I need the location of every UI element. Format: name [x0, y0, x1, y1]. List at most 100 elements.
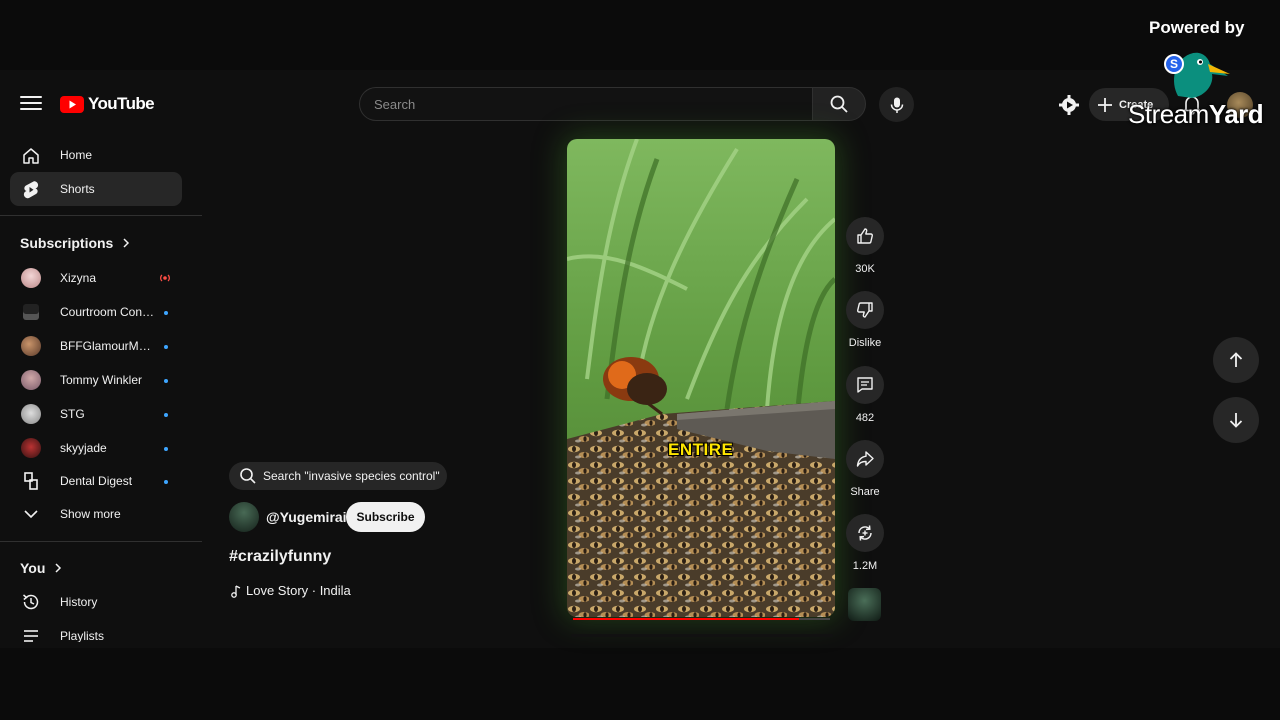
video-caption: ENTIRE: [668, 440, 734, 459]
watermark-brand: StreamYard: [1128, 99, 1264, 130]
sidebar-item-label: Shorts: [60, 182, 95, 196]
subscription-item[interactable]: Dental Digest: [10, 465, 182, 497]
channel-avatar: [21, 268, 41, 288]
subscription-item[interactable]: BFFGlamourMar...: [10, 330, 182, 362]
history-icon: [23, 594, 39, 610]
music-link[interactable]: Love Story · Indila: [230, 583, 351, 598]
subscription-item[interactable]: STG: [10, 398, 182, 430]
comment-count: 482: [855, 412, 875, 424]
remix-button[interactable]: [846, 514, 884, 552]
search-box[interactable]: [359, 87, 812, 121]
like-action: 30K: [846, 217, 884, 275]
guide-menu-button[interactable]: [20, 92, 42, 114]
previous-short-button[interactable]: [1213, 337, 1259, 383]
subscription-name: Xizyna: [60, 271, 97, 285]
video-bottom-bar: [571, 634, 833, 637]
short-title[interactable]: #crazilyfunny: [229, 548, 331, 566]
sidebar-divider: [0, 215, 202, 216]
plus-icon: [1098, 97, 1112, 112]
youtube-logo[interactable]: YouTube: [60, 94, 155, 114]
new-content-dot: [164, 345, 168, 349]
microphone-icon: [890, 97, 903, 113]
new-content-dot: [164, 379, 168, 383]
home-icon: [23, 148, 39, 164]
thumbs-up-icon: [857, 228, 873, 244]
new-content-dot: [164, 480, 168, 484]
subscription-item[interactable]: Xizyna: [10, 262, 182, 294]
sidebar-item-history[interactable]: History: [10, 586, 182, 618]
dislike-label: Dislike: [848, 337, 882, 349]
like-count: 30K: [855, 263, 875, 275]
related-search-chip[interactable]: Search "invasive species control": [229, 462, 447, 490]
music-note-icon: [231, 584, 241, 598]
show-more-label: Show more: [60, 507, 121, 521]
search-icon: [240, 468, 256, 484]
logo-text: YouTube: [88, 94, 155, 113]
subscription-item[interactable]: skyyjade: [10, 432, 182, 464]
dislike-action: Dislike: [846, 291, 884, 349]
search-button[interactable]: [812, 87, 866, 121]
sidebar-item-label: History: [60, 595, 98, 609]
live-indicator-icon: [160, 274, 170, 282]
video-progress-bar[interactable]: [573, 618, 830, 620]
watermark-brand-part1: Stream: [1128, 99, 1209, 129]
subscription-name: Tommy Winkler: [60, 373, 143, 387]
subscription-name: Dental Digest: [60, 474, 133, 488]
subscription-item[interactable]: Tommy Winkler: [10, 364, 182, 396]
channel-name[interactable]: @Yugemirai: [266, 509, 347, 525]
shorts-icon: [23, 181, 39, 199]
new-content-dot: [164, 311, 168, 315]
comments-action: 482: [846, 366, 884, 424]
video-progress-fill: [573, 618, 800, 620]
subscription-name: BFFGlamourMar...: [60, 339, 156, 353]
subscriptions-title: Subscriptions: [20, 235, 114, 251]
chevron-right-icon: [55, 563, 62, 573]
share-button[interactable]: [846, 440, 884, 478]
watermark-powered-by: Powered by: [1149, 18, 1245, 37]
sidebar-divider: [0, 541, 202, 542]
show-more-button[interactable]: Show more: [10, 498, 182, 530]
related-search-text: Search "invasive species control": [263, 469, 440, 483]
studio-gear-icon[interactable]: [1058, 94, 1080, 116]
subscription-name: Courtroom Cons...: [60, 305, 156, 319]
channel-avatar: [23, 304, 39, 320]
new-content-dot: [164, 413, 168, 417]
channel-avatar: [24, 472, 38, 490]
music-text: Love Story · Indila: [246, 583, 351, 598]
channel-avatar: [21, 438, 41, 458]
subscribe-button[interactable]: Subscribe: [346, 502, 425, 532]
remix-action: 1.2M: [846, 514, 884, 572]
bottom-letterbox: [0, 648, 1280, 720]
subscriptions-heading[interactable]: Subscriptions: [20, 235, 131, 251]
you-heading[interactable]: You: [20, 560, 63, 576]
subscription-name: STG: [60, 407, 85, 421]
channel-avatar: [21, 404, 41, 424]
channel-avatar[interactable]: [229, 502, 259, 532]
share-icon: [856, 451, 874, 467]
arrow-up-icon: [1229, 352, 1243, 367]
voice-search-button[interactable]: [879, 87, 914, 122]
you-title: You: [20, 560, 46, 576]
thumbs-down-icon: [857, 302, 873, 318]
dislike-button[interactable]: [846, 291, 884, 329]
sidebar-item-playlists[interactable]: Playlists: [10, 620, 182, 642]
comments-button[interactable]: [846, 366, 884, 404]
video-frame: [567, 139, 835, 617]
chevron-right-icon: [123, 238, 130, 248]
like-button[interactable]: [846, 217, 884, 255]
channel-avatar: [21, 336, 41, 356]
new-content-dot: [164, 447, 168, 451]
svg-text:S: S: [1170, 57, 1178, 71]
sidebar-item-home[interactable]: Home: [10, 138, 182, 172]
short-video-player[interactable]: [567, 139, 835, 617]
search-input[interactable]: [360, 88, 812, 120]
next-short-button[interactable]: [1213, 397, 1259, 443]
share-action: Share: [846, 440, 884, 498]
sidebar-item-shorts[interactable]: Shorts: [10, 172, 182, 206]
remix-icon: [858, 525, 872, 541]
remix-count: 1.2M: [852, 560, 878, 572]
sound-thumbnail[interactable]: [848, 588, 881, 621]
subscription-item[interactable]: Courtroom Cons...: [10, 296, 182, 328]
search-icon: [830, 95, 848, 113]
watermark-brand-part2: Yard: [1208, 99, 1264, 129]
